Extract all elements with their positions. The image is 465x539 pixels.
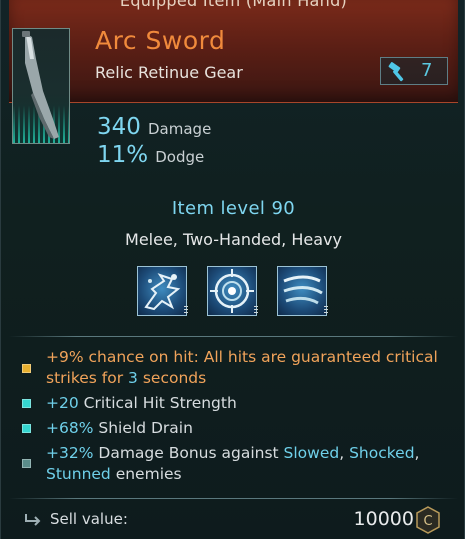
affix-text-part: enemies: [110, 465, 182, 483]
stat-damage: 340 Damage: [97, 114, 211, 140]
stat-dodge: 11% Dodge: [97, 142, 204, 168]
affix-text-part: +68%: [46, 419, 94, 437]
affix-text: +68% Shield Drain: [46, 418, 446, 439]
item-header: Equipped Item (Main Hand) Arc Sword Reli…: [9, 0, 458, 103]
stat-dodge-label: Dodge: [155, 148, 205, 166]
affix-text-part: Critical Hit Strength: [78, 394, 237, 412]
stat-damage-label: Damage: [148, 120, 212, 138]
shatter-burst-icon: [144, 273, 181, 311]
affix-text: +32% Damage Bonus against Slowed, Shocke…: [46, 443, 446, 485]
divider-top: [9, 336, 458, 337]
wind-slash-icon: [283, 275, 323, 305]
svg-text:C: C: [423, 514, 432, 529]
affix-bullet-icon: [22, 364, 31, 373]
affix-bullet-icon: [22, 399, 31, 408]
skill-rank-dots: [254, 306, 258, 314]
item-level: Item level 90: [171, 198, 296, 219]
item-tooltip: Equipped Item (Main Hand) Arc Sword Reli…: [0, 0, 465, 539]
stat-damage-value: 340: [97, 114, 141, 140]
affix-bullet-icon: [22, 424, 31, 433]
skill-slot-3[interactable]: [277, 266, 328, 316]
item-rank-badge: 7: [380, 57, 448, 85]
stat-dodge-value: 11%: [97, 142, 149, 168]
target-ring-icon: [210, 269, 254, 313]
affix-text-part: 3: [128, 369, 138, 387]
affix-text-part: +20: [46, 394, 79, 412]
return-arrow-icon: [23, 512, 43, 532]
equipped-label: Equipped Item (Main Hand): [119, 0, 348, 10]
affix-text: +20 Critical Hit Strength: [46, 393, 446, 414]
affix-text-part: +9%: [46, 348, 84, 366]
item-name: Arc Sword: [95, 26, 226, 55]
sword-icon: [22, 31, 59, 139]
sell-label: Sell value:: [50, 510, 128, 528]
affix-text-part: Damage Bonus against: [93, 444, 284, 462]
affix-text-part: seconds: [137, 369, 207, 387]
affix-text-part: +32%: [46, 444, 94, 462]
affix-text-part: Shield Drain: [93, 419, 193, 437]
item-tags: Melee, Two-Handed, Heavy: [125, 230, 342, 249]
hammer-icon: [387, 61, 409, 87]
item-subtitle: Relic Retinue Gear: [95, 63, 243, 82]
divider-bottom: [9, 498, 458, 499]
sell-value: 10000: [353, 508, 414, 530]
skill-rank-dots: [324, 306, 328, 314]
item-icon-frame[interactable]: [12, 28, 70, 144]
skill-slot-2[interactable]: [207, 266, 258, 316]
affix-text-part: Slowed: [283, 444, 340, 462]
affix-text-part: ,: [339, 444, 350, 462]
sell-row: Sell value: 10000 C: [1, 506, 465, 534]
affix-text: +9% chance on hit: All hits are guarante…: [46, 347, 446, 389]
affix-text-part: ,: [414, 444, 420, 462]
item-rank-value: 7: [421, 60, 433, 81]
credits-coin-icon: C: [415, 506, 441, 538]
affix-bullet-icon: [22, 459, 31, 468]
affix-text-part: Stunned: [46, 465, 111, 483]
skill-rank-dots: [184, 306, 188, 314]
affix-text-part: Shocked: [349, 444, 415, 462]
skill-slot-1[interactable]: [137, 266, 188, 316]
affix-text-part: chance on hit: All hits are guaranteed c…: [46, 348, 438, 387]
